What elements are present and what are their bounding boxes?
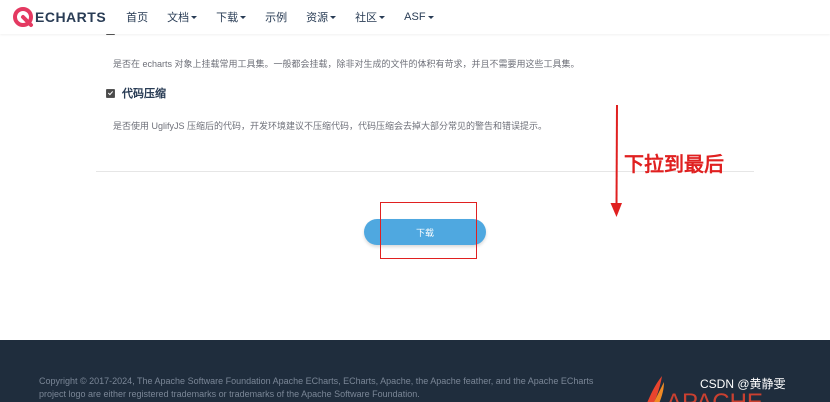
logo-text: ECHARTS: [35, 9, 107, 25]
echarts-logo-icon: [13, 7, 33, 27]
toolbox-description: 是否在 echarts 对象上挂载常用工具集。一般都会挂载，除非对生成的文件的体…: [113, 59, 580, 69]
caret-down-icon: [191, 15, 198, 19]
minify-description: 是否使用 UglifyJS 压缩后的代码，开发环境建议不压缩代码，代码压缩会去掉…: [113, 121, 548, 131]
page: ECHARTS 首页 文档 下载 示例 资源 社区 ASF 是否在 echart…: [0, 0, 830, 402]
nav-item-label: 资源: [306, 12, 329, 24]
echarts-logo[interactable]: ECHARTS: [12, 6, 106, 28]
nav-item-download[interactable]: 下载: [216, 9, 247, 25]
footer: Copyright © 2017-2024, The Apache Softwa…: [0, 340, 830, 402]
caret-down-icon: [330, 15, 337, 19]
highlight-box: [380, 202, 477, 259]
nav-item-label: ASF: [404, 11, 426, 23]
nav-item-label: 示例: [265, 12, 288, 24]
nav-item-community[interactable]: 社区: [355, 9, 386, 25]
nav-item-docs[interactable]: 文档: [167, 9, 198, 25]
caret-down-icon: [379, 15, 386, 19]
nav-item-label: 首页: [126, 12, 149, 24]
minify-option: 代码压缩: [106, 85, 166, 101]
check-icon: [107, 91, 114, 96]
csdn-watermark: CSDN @黄静雯: [700, 377, 786, 391]
minify-checkbox[interactable]: [106, 88, 115, 98]
nav-item-label: 文档: [167, 12, 190, 24]
nav-item-resources[interactable]: 资源: [306, 9, 337, 25]
nav-item-home[interactable]: 首页: [126, 9, 148, 25]
nav-item-label: 下载: [216, 12, 239, 24]
minify-title: 代码压缩: [122, 88, 166, 100]
copyright-text: Copyright © 2017-2024, The Apache Softwa…: [39, 376, 594, 399]
nav-item-label: 社区: [355, 12, 378, 24]
caret-down-icon: [240, 15, 247, 19]
top-navbar: ECHARTS 首页 文档 下载 示例 资源 社区 ASF: [0, 0, 830, 34]
nav-menu: 首页 文档 下载 示例 资源 社区 ASF: [126, 9, 452, 25]
scroll-hint-annotation: 下拉到最后: [624, 154, 724, 176]
nav-item-examples[interactable]: 示例: [265, 9, 287, 25]
caret-down-icon: [427, 15, 434, 19]
nav-item-asf[interactable]: ASF: [404, 9, 434, 25]
